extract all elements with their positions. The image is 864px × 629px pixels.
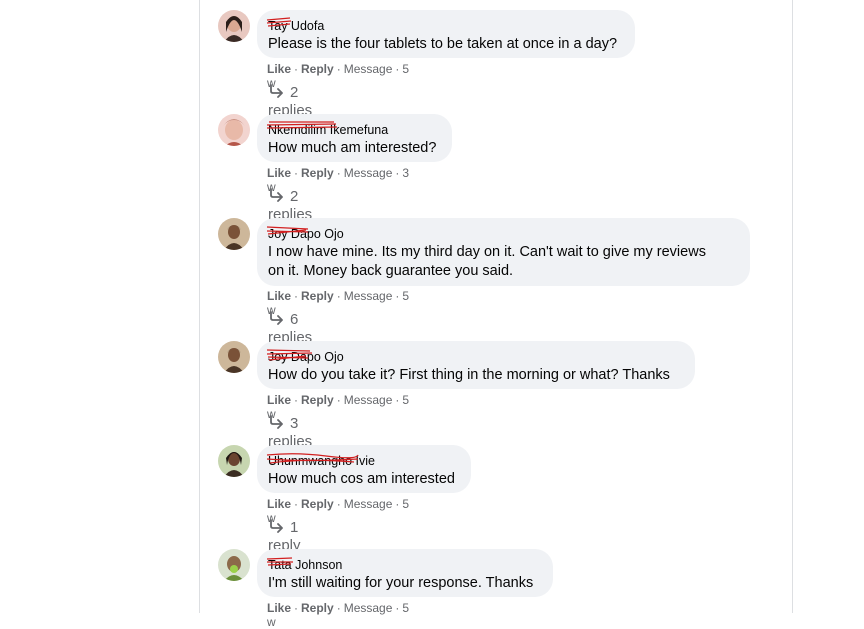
like-link[interactable]: Like (267, 497, 291, 511)
avatar-image (218, 114, 250, 146)
avatar-image (218, 549, 250, 581)
avatar[interactable] (218, 445, 250, 477)
message-link[interactable]: Message (344, 62, 393, 76)
comment-bubble: Nkemdilim Ikemefuna How much am interest… (257, 114, 452, 162)
comment-bubble: Tay Udofa Please is the four tablets to … (257, 10, 635, 58)
like-link[interactable]: Like (267, 166, 291, 180)
avatar-image (218, 218, 250, 250)
comment-author[interactable]: Joy Dapo Ojo (266, 226, 344, 242)
comment-author[interactable]: Uhunmwangho Ivie (266, 453, 375, 469)
avatar-image (218, 445, 250, 477)
avatar-image (218, 341, 250, 373)
comment-text: I'm still waiting for your response. Tha… (268, 575, 534, 591)
like-link[interactable]: Like (267, 289, 291, 303)
feed-right-border (792, 0, 793, 613)
reply-arrow-icon (270, 188, 283, 202)
like-link[interactable]: Like (267, 393, 291, 407)
comment-author[interactable]: Tata Johnson (266, 557, 342, 573)
message-link[interactable]: Message (344, 393, 393, 407)
reply-link[interactable]: Reply (301, 393, 334, 407)
like-link[interactable]: Like (267, 62, 291, 76)
reply-arrow-icon (270, 311, 283, 325)
reply-arrow-icon (270, 84, 283, 98)
comment-author[interactable]: Joy Dapo Ojo (266, 349, 344, 365)
reply-arrow-icon (270, 519, 283, 533)
message-link[interactable]: Message (344, 166, 393, 180)
reply-arrow-icon (270, 415, 283, 429)
comment-author[interactable]: Nkemdilim Ikemefuna (266, 121, 388, 138)
reply-link[interactable]: Reply (301, 497, 334, 511)
avatar-image (218, 10, 250, 42)
comment-bubble: Joy Dapo Ojo How do you take it? First t… (257, 341, 695, 389)
avatar[interactable] (218, 549, 250, 581)
avatar[interactable] (218, 10, 250, 42)
comment-text: I now have mine. Its my third day on it.… (268, 244, 706, 260)
comment-author[interactable]: Tay Udofa (266, 17, 324, 34)
comment-bubble: Uhunmwangho Ivie How much cos am interes… (257, 445, 471, 493)
reply-link[interactable]: Reply (301, 62, 334, 76)
comment-text: How much am interested? (268, 140, 437, 156)
comment-text: on it. Money back guarantee you said. (268, 263, 514, 279)
comment-actions: Like · Reply · Message · 5 w (267, 601, 410, 629)
comment-text: How much cos am interested (268, 471, 455, 487)
comment-text: How do you take it? First thing in the m… (268, 367, 670, 383)
avatar[interactable] (218, 218, 250, 250)
comment-bubble: Joy Dapo Ojo I now have mine. Its my thi… (257, 218, 750, 286)
reply-link[interactable]: Reply (301, 166, 334, 180)
avatar[interactable] (218, 341, 250, 373)
reply-link[interactable]: Reply (301, 289, 334, 303)
message-link[interactable]: Message (344, 289, 393, 303)
avatar[interactable] (218, 114, 250, 146)
comment-bubble: Tata Johnson I'm still waiting for your … (257, 549, 553, 597)
feed-left-border (199, 0, 200, 613)
message-link[interactable]: Message (344, 497, 393, 511)
comment-text: Please is the four tablets to be taken a… (268, 36, 618, 52)
